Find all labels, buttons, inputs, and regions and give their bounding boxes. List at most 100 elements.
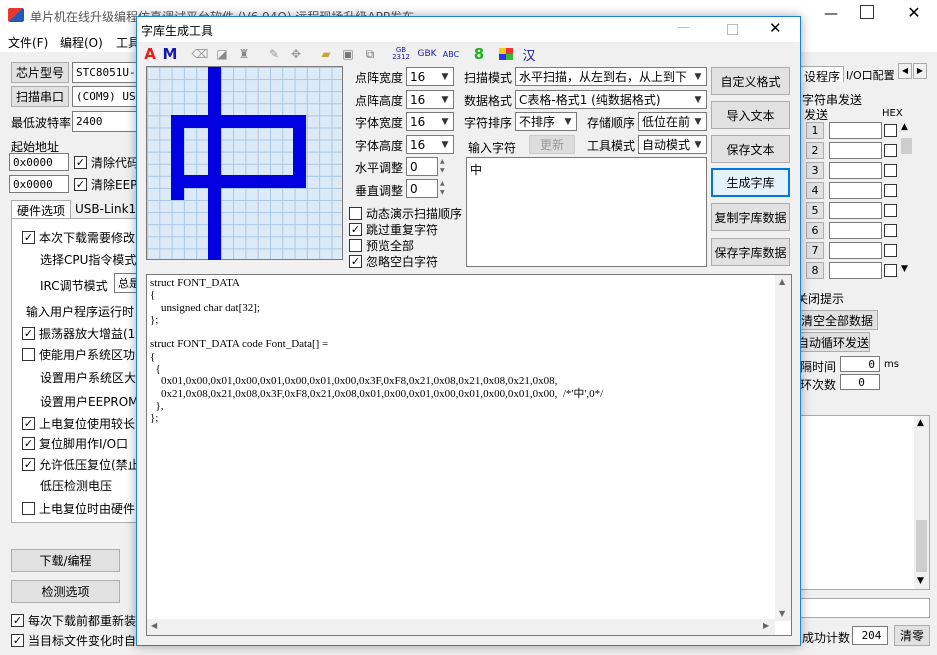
glyph-pixel[interactable] bbox=[207, 139, 221, 152]
serial-send-row-button[interactable]: 5 bbox=[806, 202, 824, 219]
glyph-pixel[interactable] bbox=[171, 187, 185, 200]
dialog-close-button[interactable]: ✕ bbox=[769, 19, 787, 37]
tab-io-config[interactable]: I/O口配置 bbox=[846, 67, 895, 83]
seven-segment-icon[interactable]: 8 bbox=[472, 45, 486, 63]
glyph-pixel[interactable] bbox=[293, 115, 306, 128]
scroll-up-icon[interactable]: ▲ bbox=[901, 122, 908, 132]
scan-mode-select[interactable]: 水平扫描，从左到右，从上到下 ▼ bbox=[515, 67, 707, 86]
dialog-minimize-button[interactable]: — bbox=[677, 20, 697, 35]
ignore-blank-checkbox[interactable]: ✓ 忽略空白字符 bbox=[349, 253, 438, 270]
code-vscrollbar[interactable]: ▲ ▼ bbox=[775, 275, 791, 621]
minimize-button[interactable]: — bbox=[820, 6, 842, 24]
scroll-down-icon[interactable]: ▼ bbox=[901, 264, 908, 274]
eeprom-addr-input[interactable]: 0x0000 bbox=[9, 175, 69, 193]
glyph-pixel[interactable] bbox=[207, 235, 221, 248]
tab-scroll-left-icon[interactable]: ◀ bbox=[898, 63, 912, 79]
serial-hex-checkbox[interactable] bbox=[884, 224, 897, 237]
h-adjust-spinner[interactable]: 0 bbox=[406, 157, 438, 176]
scan-port-button[interactable]: 扫描串口 bbox=[11, 86, 69, 107]
glyph-pixel[interactable] bbox=[171, 151, 185, 164]
glyph-pixel[interactable] bbox=[293, 163, 306, 176]
tab-scroll-right-icon[interactable]: ▶ bbox=[913, 63, 927, 79]
serial-scrollbar[interactable]: ▲ ▼ bbox=[900, 122, 913, 278]
serial-send-row-input[interactable] bbox=[829, 202, 882, 219]
close-tip-checkbox[interactable]: 关闭提示 bbox=[796, 290, 844, 307]
glyph-pixel[interactable] bbox=[293, 139, 306, 152]
option-modify[interactable]: ✓ 本次下载需要修改 bbox=[22, 229, 135, 246]
chip-type-button[interactable]: 芯片型号 bbox=[11, 62, 69, 83]
scroll-up-icon[interactable]: ▲ bbox=[917, 418, 924, 428]
clear-code-checkbox[interactable]: ✓ 清除代码 bbox=[74, 154, 139, 171]
data-format-select[interactable]: C表格-格式1 (纯数据格式) ▼ bbox=[515, 90, 707, 109]
glyph-pixel[interactable] bbox=[207, 223, 221, 236]
glyph-pixel[interactable] bbox=[281, 175, 294, 188]
move-icon[interactable]: ✥ bbox=[288, 45, 304, 63]
chip-type-select[interactable]: STC8051U-3 bbox=[72, 62, 142, 83]
code-hscrollbar[interactable]: ◀ ▶ bbox=[147, 619, 775, 635]
save-as-icon[interactable]: ⧉ bbox=[362, 45, 378, 63]
scroll-left-icon[interactable]: ◀ bbox=[151, 621, 157, 630]
copy-font-data-button[interactable]: 复制字库数据 bbox=[711, 203, 790, 231]
v-adjust-spinner[interactable]: 0 bbox=[406, 179, 438, 198]
custom-format-button[interactable]: 自定义格式 bbox=[711, 67, 790, 95]
glyph-pixel[interactable] bbox=[171, 163, 185, 176]
serial-hex-checkbox[interactable] bbox=[884, 244, 897, 257]
glyph-pixel[interactable] bbox=[195, 115, 209, 128]
scroll-thumb[interactable] bbox=[901, 138, 912, 154]
glyph-pixel[interactable] bbox=[207, 127, 221, 140]
glyph-pixel[interactable] bbox=[207, 163, 221, 176]
serial-send-row-input[interactable] bbox=[829, 222, 882, 239]
glyph-pixel[interactable] bbox=[183, 175, 197, 188]
log-scrollbar[interactable]: ▲ ▼ bbox=[914, 416, 929, 589]
glyph-pixel[interactable] bbox=[268, 175, 282, 188]
dot-height-select[interactable]: 16 ▼ bbox=[406, 90, 454, 109]
dot-width-select[interactable]: 16 ▼ bbox=[406, 67, 454, 86]
glyph-pixel[interactable] bbox=[268, 115, 282, 128]
glyph-pixel[interactable] bbox=[293, 151, 306, 164]
glyph-pixel[interactable] bbox=[207, 175, 221, 188]
scroll-thumb[interactable] bbox=[916, 520, 927, 572]
serial-send-row-button[interactable]: 4 bbox=[806, 182, 824, 199]
glyph-pixel[interactable] bbox=[171, 115, 185, 128]
gb2312-icon[interactable]: GB 2312 bbox=[392, 45, 410, 63]
scroll-right-icon[interactable]: ▶ bbox=[763, 621, 769, 630]
serial-hex-checkbox[interactable] bbox=[884, 164, 897, 177]
input-char-textarea[interactable]: 中 bbox=[466, 157, 707, 267]
start-addr-input[interactable]: 0x0000 bbox=[9, 153, 69, 171]
font-m-icon[interactable]: M bbox=[162, 45, 178, 63]
tool-mode-select[interactable]: 自动模式 ▼ bbox=[638, 135, 707, 154]
open-folder-icon[interactable]: ▰ bbox=[318, 45, 334, 63]
detect-options-button[interactable]: 检测选项 bbox=[11, 580, 120, 603]
download-program-button[interactable]: 下载/编程 bbox=[11, 549, 120, 572]
glyph-pixel[interactable] bbox=[281, 115, 294, 128]
dynamic-scan-checkbox[interactable]: 动态演示扫描顺序 bbox=[349, 205, 462, 222]
port-select[interactable]: (COM9) USB bbox=[72, 86, 142, 107]
serial-hex-checkbox[interactable] bbox=[884, 204, 897, 217]
clear-all-button[interactable]: 清空全部数据 bbox=[796, 310, 878, 330]
glyph-pixel[interactable] bbox=[171, 127, 185, 140]
glyph-pixel[interactable] bbox=[293, 175, 306, 188]
close-button[interactable]: ✕ bbox=[904, 3, 924, 23]
gbk-icon[interactable]: GBK bbox=[416, 45, 438, 63]
glyph-pixel[interactable] bbox=[207, 79, 221, 92]
reload-each-checkbox[interactable]: ✓ 每次下载前都重新装 bbox=[11, 612, 136, 629]
serial-send-row-input[interactable] bbox=[829, 142, 882, 159]
serial-send-row-input[interactable] bbox=[829, 242, 882, 259]
serial-send-row-input[interactable] bbox=[829, 262, 882, 279]
clear-eeprom-checkbox[interactable]: ✓ 清除EEPR bbox=[74, 176, 146, 193]
menu-file[interactable]: 文件(F) bbox=[8, 34, 48, 51]
glyph-pixel[interactable] bbox=[207, 151, 221, 164]
font-width-select[interactable]: 16 ▼ bbox=[406, 112, 454, 131]
glyph-pixel[interactable] bbox=[244, 115, 258, 128]
glyph-pixel[interactable] bbox=[220, 175, 233, 188]
char-order-select[interactable]: 不排序 ▼ bbox=[515, 112, 577, 131]
serial-send-row-input[interactable] bbox=[829, 122, 882, 139]
option-amp-gain[interactable]: ✓ 振荡器放大增益(1 bbox=[22, 325, 135, 342]
serial-send-row-button[interactable]: 1 bbox=[806, 122, 824, 139]
maximize-button[interactable] bbox=[860, 5, 874, 19]
serial-send-row-button[interactable]: 3 bbox=[806, 162, 824, 179]
glyph-pixel[interactable] bbox=[207, 103, 221, 116]
glyph-pixel[interactable] bbox=[207, 91, 221, 104]
option-sys-area[interactable]: 使能用户系统区功 bbox=[22, 346, 135, 363]
import-text-button[interactable]: 导入文本 bbox=[711, 101, 790, 129]
